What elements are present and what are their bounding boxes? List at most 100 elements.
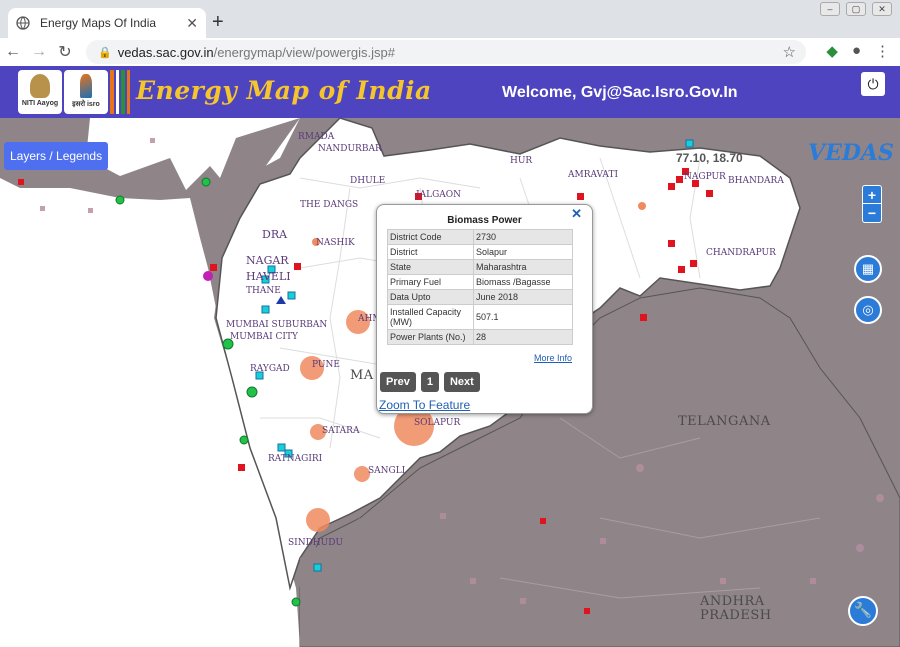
wrench-icon: 🔧 xyxy=(853,602,873,619)
label-hur: HUR xyxy=(510,156,533,166)
table-row: District Solapur xyxy=(387,244,573,260)
prev-button[interactable]: Prev xyxy=(380,372,416,392)
more-info-link[interactable]: More Info xyxy=(534,353,572,363)
label-bhandara: BHANDARA xyxy=(728,176,784,186)
attribute-value: Solapur xyxy=(473,244,573,260)
attribute-value: June 2018 xyxy=(473,289,573,305)
globe-icon xyxy=(16,16,30,30)
minimize-icon[interactable]: – xyxy=(820,2,840,16)
table-row: State Maharashtra xyxy=(387,259,573,275)
attribute-key: Power Plants (No.) xyxy=(387,329,474,345)
label-nashik: NASHIK xyxy=(316,238,355,248)
app-header: NITI Aayog इसरो isro Energy Map of India… xyxy=(0,66,900,118)
feature-attribute-table: District Code 2730 District Solapur State Mah… xyxy=(387,229,573,345)
label-nagpur: NAGPUR xyxy=(684,172,726,182)
close-window-icon[interactable]: ✕ xyxy=(872,2,892,16)
address-bar: ← → ↻ 🔒 vedas.sac.gov.in/energymap/view/… xyxy=(0,38,900,66)
label-pune: PUNE xyxy=(312,360,340,370)
coordinate-readout: 77.10, 18.70 xyxy=(676,151,743,165)
label-chandrapur: CHANDRAPUR xyxy=(706,248,776,258)
biomass-marker-kolhapur[interactable] xyxy=(306,508,330,532)
browser-tab[interactable]: Energy Maps Of India ✕ xyxy=(8,8,206,38)
isro-logo: इसरो isro xyxy=(64,70,108,114)
label-sangli: SANGLI xyxy=(368,466,406,476)
label-satara: SATARA xyxy=(322,426,360,436)
zoom-control: + − xyxy=(862,185,882,223)
popup-title: Biomass Power xyxy=(447,215,522,226)
attribute-key: State xyxy=(387,259,474,275)
attribute-key: Data Upto xyxy=(387,289,474,305)
zoom-out-button[interactable]: − xyxy=(863,204,881,222)
vedas-logo: VEDAS xyxy=(808,140,894,166)
attribute-key: Primary Fuel xyxy=(387,274,474,290)
table-row: Power Plants (No.) 28 xyxy=(387,329,573,345)
label-mumbai-city: MUMBAI CITY xyxy=(230,332,298,342)
next-button[interactable]: Next xyxy=(443,372,480,392)
window-controls: – ▢ ✕ xyxy=(820,2,892,16)
basemap-grid-button[interactable]: ▦ xyxy=(854,255,882,283)
menu-dots-icon[interactable]: ⋮ xyxy=(875,42,890,60)
lock-icon: 🔒 xyxy=(98,46,112,59)
tricolor-stripes xyxy=(110,70,130,114)
layers-legends-button[interactable]: Layers / Legends xyxy=(4,142,109,170)
attribute-value: 28 xyxy=(473,329,573,345)
extension-icon[interactable]: ◆ xyxy=(826,42,838,60)
attribute-value: Biomass /Bagasse xyxy=(473,274,573,290)
label-narmada: RMADA xyxy=(298,132,335,142)
label-pradesh: PRADESH xyxy=(700,608,772,623)
attribute-key: District Code xyxy=(387,229,474,245)
attribute-value: 507.1 xyxy=(473,304,573,330)
close-tab-icon[interactable]: ✕ xyxy=(186,15,198,32)
page-number-button[interactable]: 1 xyxy=(420,372,439,392)
url-input[interactable]: 🔒 vedas.sac.gov.in/energymap/view/powerg… xyxy=(86,40,806,64)
back-icon[interactable]: ← xyxy=(0,43,26,61)
bookmark-star-icon[interactable]: ☆ xyxy=(783,43,796,61)
label-raygad: RAYGAD xyxy=(250,364,290,374)
feature-info-popup: ✕ Biomass Power District Code 2730 Distric… xyxy=(376,204,593,414)
nuclear-marker[interactable] xyxy=(203,271,213,281)
table-row: Data Upto June 2018 xyxy=(387,289,573,305)
browser-tab-bar: Energy Maps Of India ✕ + – ▢ ✕ xyxy=(0,0,900,38)
label-nandurbar: NANDURBAR xyxy=(318,144,382,154)
table-row: District Code 2730 xyxy=(387,229,573,245)
reload-icon[interactable]: ↻ xyxy=(52,42,78,62)
label-andhra: ANDHRA xyxy=(700,594,765,609)
page-title: Energy Map of India xyxy=(136,76,432,105)
layer-target-button[interactable]: ◎ xyxy=(854,296,882,324)
browser-toolbar-right: ◆ ● ⋮ xyxy=(826,42,890,60)
biomass-marker-small[interactable] xyxy=(638,202,646,210)
isro-logo-text: इसरो isro xyxy=(72,101,100,108)
url-host: vedas.sac.gov.in xyxy=(117,44,214,60)
emblem-icon xyxy=(30,74,50,98)
logout-power-button[interactable]: ⏻ xyxy=(861,72,885,96)
attribute-value: Maharashtra xyxy=(473,259,573,275)
label-mumbai-suburban: MUMBAI SUBURBAN xyxy=(226,320,328,330)
table-row: Installed Capacity (MW) 507.1 xyxy=(387,304,573,330)
label-sindhudurg: SINDHUDU xyxy=(288,538,344,548)
url-path: /energymap/view/powergis.jsp# xyxy=(213,44,395,60)
zoom-to-feature-link[interactable]: Zoom To Feature xyxy=(379,398,470,412)
label-haveli: HAVELI xyxy=(246,270,291,283)
tools-wrench-button[interactable]: 🔧 xyxy=(848,596,878,626)
label-dra: DRA xyxy=(262,228,288,241)
maximize-icon[interactable]: ▢ xyxy=(846,2,866,16)
niti-aayog-logo: NITI Aayog xyxy=(18,70,62,114)
welcome-text: Welcome, Gvj@Sac.Isro.Gov.In xyxy=(502,84,738,101)
label-thane: THANE xyxy=(246,286,281,296)
grid-icon: ▦ xyxy=(861,261,875,276)
label-ratnagiri: RATNAGIRI xyxy=(268,454,323,464)
label-dhule: DHULE xyxy=(350,176,386,186)
forward-icon[interactable]: → xyxy=(26,43,52,61)
target-icon: ◎ xyxy=(862,302,874,317)
popup-pager: Prev 1 Next xyxy=(380,372,480,392)
table-row: Primary Fuel Biomass /Bagasse xyxy=(387,274,573,290)
label-ma: MA xyxy=(350,368,374,383)
attribute-key: District xyxy=(387,244,474,260)
label-solapur: SOLAPUR xyxy=(414,418,461,428)
zoom-in-button[interactable]: + xyxy=(863,186,881,204)
isro-rocket-icon xyxy=(80,74,92,98)
new-tab-button[interactable]: + xyxy=(212,12,224,32)
profile-icon[interactable]: ● xyxy=(852,42,861,60)
tab-title: Energy Maps Of India xyxy=(40,16,157,30)
label-dangs: THE DANGS xyxy=(300,200,359,210)
